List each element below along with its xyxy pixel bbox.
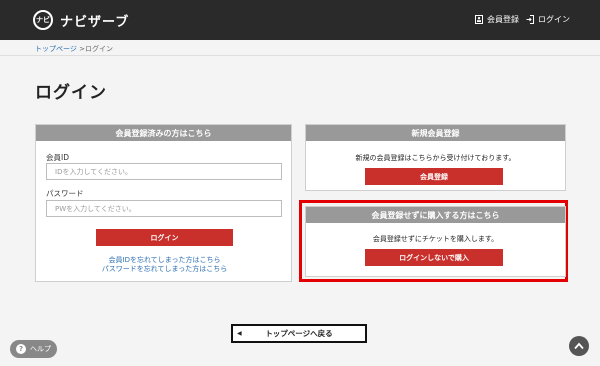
login-button[interactable]: ログイン (96, 229, 233, 246)
breadcrumb-home[interactable]: トップページ (35, 45, 77, 53)
logo-badge-icon: ナビ (33, 10, 53, 30)
logo-text: ナビザーブ (60, 14, 130, 30)
member-id-input[interactable]: IDを入力してください。 (46, 163, 282, 180)
left-arrow-icon: ◀ (237, 330, 242, 337)
breadcrumb: トップページ >ログイン (35, 44, 113, 54)
breadcrumb-current: ログイン (84, 45, 113, 53)
back-to-top-page-button[interactable]: ◀ トップページへ戻る (231, 324, 367, 343)
login-door-icon (526, 15, 534, 24)
breadcrumb-divider (0, 55, 600, 56)
page-title: ログイン (35, 83, 107, 103)
header-login-link[interactable]: ログイン (526, 14, 570, 25)
register-panel: 新規会員登録 新規の会員登録はこちらから受け付けております。 会員登録 (305, 124, 566, 191)
header-member-register-link[interactable]: 会員登録 (475, 14, 519, 25)
register-panel-title: 新規会員登録 (306, 125, 565, 141)
back-to-top-page-label: トップページへ戻る (265, 329, 333, 338)
forgot-password-link[interactable]: パスワードを忘れてしまった方はこちら (36, 264, 293, 274)
header-member-register-label: 会員登録 (487, 15, 519, 24)
guest-purchase-panel: 会員登録せずに購入する方はこちら 会員登録せずにチケットを購入します。 ログイン… (305, 206, 566, 277)
header-login-label: ログイン (538, 15, 570, 24)
scroll-to-top-button[interactable] (569, 336, 589, 356)
question-icon: ? (16, 344, 26, 354)
member-id-label: 会員ID (46, 153, 69, 162)
guest-panel-title: 会員登録せずに購入する方はこちら (306, 207, 565, 223)
password-input[interactable]: PWを入力してください。 (46, 200, 282, 217)
login-panel: 会員登録済みの方はこちら 会員ID IDを入力してください。 パスワード PWを… (35, 124, 292, 282)
site-header: ナビ ナビザーブ 会員登録 ログイン (0, 0, 600, 40)
login-panel-title: 会員登録済みの方はこちら (36, 125, 291, 141)
register-message: 新規の会員登録はこちらから受け付けております。 (355, 154, 516, 162)
guest-purchase-button[interactable]: ログインしないで購入 (365, 249, 503, 266)
help-label: ヘルプ (30, 345, 51, 353)
member-card-icon (475, 15, 483, 24)
guest-message: 会員登録せずにチケットを購入します。 (372, 235, 499, 243)
password-label: パスワード (46, 189, 84, 198)
help-button[interactable]: ? ヘルプ (10, 340, 57, 358)
site-logo[interactable]: ナビ ナビザーブ (33, 8, 129, 32)
chevron-up-icon (574, 342, 584, 350)
register-button[interactable]: 会員登録 (365, 168, 503, 185)
